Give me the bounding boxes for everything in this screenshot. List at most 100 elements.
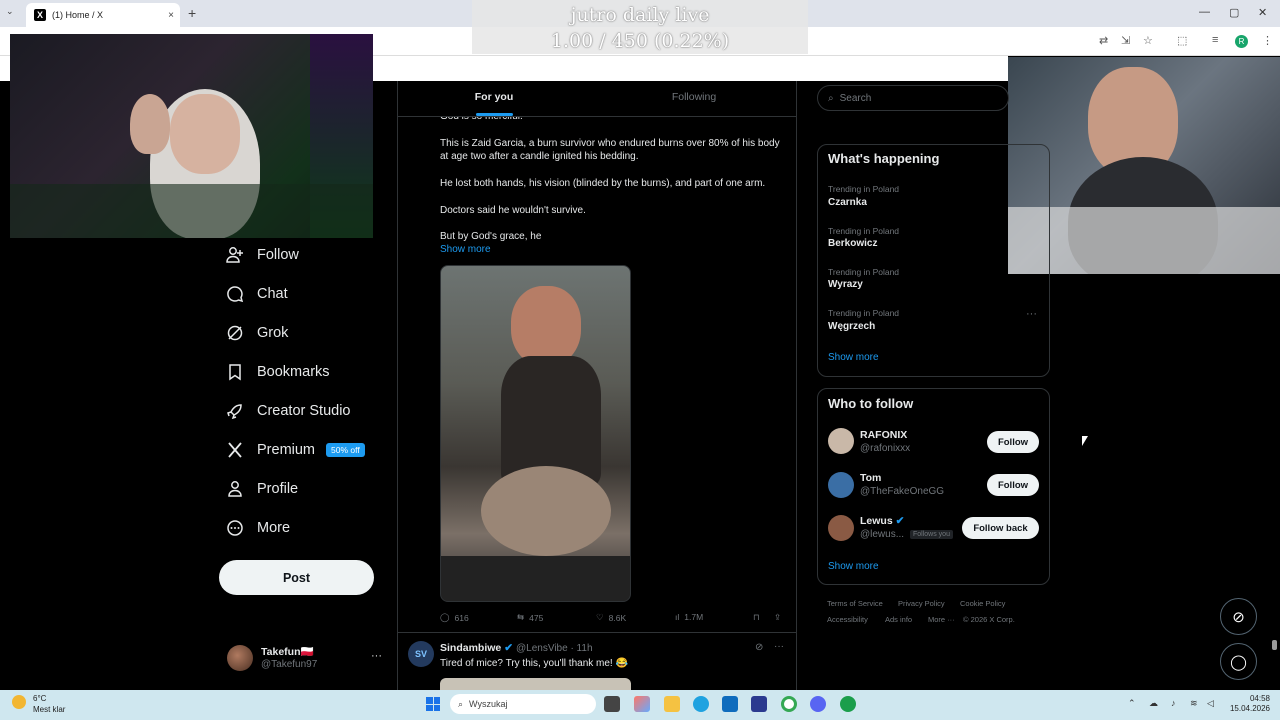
- account-handle: @Takefun97: [261, 659, 318, 670]
- verified-badge-icon: ✔: [504, 642, 513, 654]
- extensions-icon[interactable]: ⬚: [1177, 34, 1187, 47]
- app-icon[interactable]: [840, 696, 856, 712]
- views-icon: ıl: [675, 612, 680, 622]
- nav-chat[interactable]: Chat: [226, 285, 288, 303]
- weather-desc: Mest klar: [33, 705, 66, 714]
- grok-icon: [226, 324, 244, 342]
- close-window-button[interactable]: ✕: [1258, 6, 1267, 19]
- share-icon: ⇪: [774, 612, 782, 622]
- post-paragraph: Doctors said he wouldn't survive.: [440, 205, 586, 216]
- reading-list-icon[interactable]: ≡: [1212, 34, 1218, 46]
- trend-more-icon[interactable]: ···: [1026, 308, 1037, 320]
- footer-link[interactable]: Cookie Policy: [960, 599, 1005, 608]
- taskbar-search-input[interactable]: ⌕ Wyszukaj: [450, 694, 596, 714]
- grok-fab-button[interactable]: ⊘: [1220, 598, 1257, 635]
- footer-link[interactable]: Terms of Service: [827, 599, 883, 608]
- discord-icon[interactable]: [810, 696, 826, 712]
- nav-bookmarks[interactable]: Bookmarks: [226, 363, 330, 381]
- edge-icon[interactable]: [693, 696, 709, 712]
- search-input[interactable]: ⌕ Search: [817, 85, 1009, 111]
- suggested-user-name[interactable]: Tom: [860, 472, 881, 484]
- avatar[interactable]: [828, 515, 854, 541]
- task-view-icon[interactable]: [604, 696, 620, 712]
- minimize-button[interactable]: —: [1199, 6, 1210, 18]
- nav-profile[interactable]: Profile: [226, 480, 298, 498]
- copilot-icon[interactable]: [634, 696, 650, 712]
- like-button[interactable]: ♡ 8.6K: [596, 612, 626, 623]
- browser-profile-avatar[interactable]: R: [1235, 35, 1248, 48]
- bookmark-post-button[interactable]: ⊓: [753, 612, 760, 623]
- tray-chevron-icon[interactable]: ⌃: [1128, 698, 1136, 709]
- file-explorer-icon[interactable]: [664, 696, 680, 712]
- chat-fab-button[interactable]: ◯: [1220, 643, 1257, 680]
- trend-item[interactable]: Wyrazy: [828, 279, 863, 290]
- nav-more-label: More: [257, 520, 291, 536]
- tab-close-icon[interactable]: ×: [168, 10, 174, 21]
- browser-tab[interactable]: X (1) Home / X ×: [26, 3, 180, 27]
- clock-time: 04:58: [1249, 694, 1270, 703]
- mouse-cursor-icon: [1082, 436, 1088, 446]
- maximize-button[interactable]: ▢: [1229, 6, 1239, 19]
- trends-show-more-link[interactable]: Show more: [828, 352, 879, 363]
- avatar[interactable]: [828, 472, 854, 498]
- footer-link[interactable]: Ads info: [885, 615, 912, 624]
- post-video[interactable]: [440, 265, 631, 602]
- search-icon: ⌕: [828, 92, 834, 104]
- grok-post-icon[interactable]: ⊘: [755, 642, 763, 653]
- repost-button[interactable]: ⇆ 475: [517, 612, 543, 623]
- new-tab-button[interactable]: +: [188, 5, 196, 21]
- follow-back-button[interactable]: Follow back: [962, 517, 1039, 539]
- search-placeholder: Search: [839, 92, 872, 104]
- trend-item[interactable]: Czarnka: [828, 197, 867, 208]
- footer-link[interactable]: More ···: [928, 615, 955, 624]
- microphone-icon[interactable]: ♪: [1171, 698, 1176, 708]
- browser-menu-icon[interactable]: ⋮: [1262, 34, 1273, 47]
- nav-grok[interactable]: Grok: [226, 324, 288, 342]
- avatar[interactable]: [828, 428, 854, 454]
- windows-start-button[interactable]: [426, 697, 440, 711]
- post-author-name[interactable]: Sindambiwe ✔: [440, 642, 513, 654]
- volume-icon[interactable]: ◁: [1207, 698, 1214, 709]
- account-more-icon[interactable]: ···: [371, 650, 382, 662]
- trend-meta: Trending in Poland: [828, 267, 900, 277]
- tab-following[interactable]: Following: [598, 91, 790, 103]
- scrollbar[interactable]: [1272, 640, 1277, 650]
- post-show-more-link[interactable]: Show more: [440, 244, 491, 255]
- translate-icon[interactable]: ⇄: [1099, 34, 1108, 47]
- bookmark-star-icon[interactable]: ☆: [1143, 34, 1153, 47]
- tab-search-chevron-icon[interactable]: ⌄: [6, 6, 14, 17]
- follow-button[interactable]: Follow: [987, 474, 1039, 496]
- outlook-icon[interactable]: [722, 696, 738, 712]
- post-author-avatar[interactable]: SV: [408, 641, 434, 667]
- footer-link[interactable]: Privacy Policy: [898, 599, 945, 608]
- whats-happening-title: What's happening: [828, 151, 940, 166]
- trend-item[interactable]: Węgrzech: [828, 321, 875, 332]
- share-button[interactable]: ⇪: [774, 612, 781, 623]
- who-to-follow-show-more-link[interactable]: Show more: [828, 561, 879, 572]
- follow-button[interactable]: Follow: [987, 431, 1039, 453]
- post-button[interactable]: Post: [219, 560, 374, 595]
- reply-icon: ◯: [440, 612, 450, 622]
- trend-meta: Trending in Poland: [828, 226, 900, 236]
- reply-button[interactable]: ◯ 616: [440, 612, 469, 623]
- post-image[interactable]: [440, 678, 631, 690]
- views-button[interactable]: ıl 1.7M: [675, 612, 703, 622]
- nav-more[interactable]: More: [226, 519, 290, 537]
- wifi-icon[interactable]: ≋: [1190, 698, 1198, 709]
- post-more-icon[interactable]: ···: [774, 641, 784, 652]
- post-author-name-text: Sindambiwe: [440, 642, 502, 654]
- suggested-user-name[interactable]: Lewus ✔: [860, 515, 904, 527]
- taskbar-clock[interactable]: 04:58 15.04.2026: [1228, 694, 1270, 714]
- network-icon[interactable]: ☁: [1149, 698, 1158, 709]
- nav-follow[interactable]: Follow: [226, 246, 299, 264]
- repost-count: 475: [529, 612, 544, 623]
- install-icon[interactable]: ⇲: [1121, 34, 1130, 47]
- chrome-icon[interactable]: [781, 696, 797, 712]
- trend-item[interactable]: Berkowicz: [828, 238, 877, 249]
- footer-link[interactable]: Accessibility: [827, 615, 868, 624]
- suggested-user-name[interactable]: RAFONIX: [860, 429, 907, 441]
- nav-creator-studio[interactable]: Creator Studio: [226, 402, 351, 420]
- nav-premium[interactable]: Premium 50% off: [226, 441, 365, 459]
- tab-for-you[interactable]: For you: [398, 91, 590, 103]
- store-icon[interactable]: [751, 696, 767, 712]
